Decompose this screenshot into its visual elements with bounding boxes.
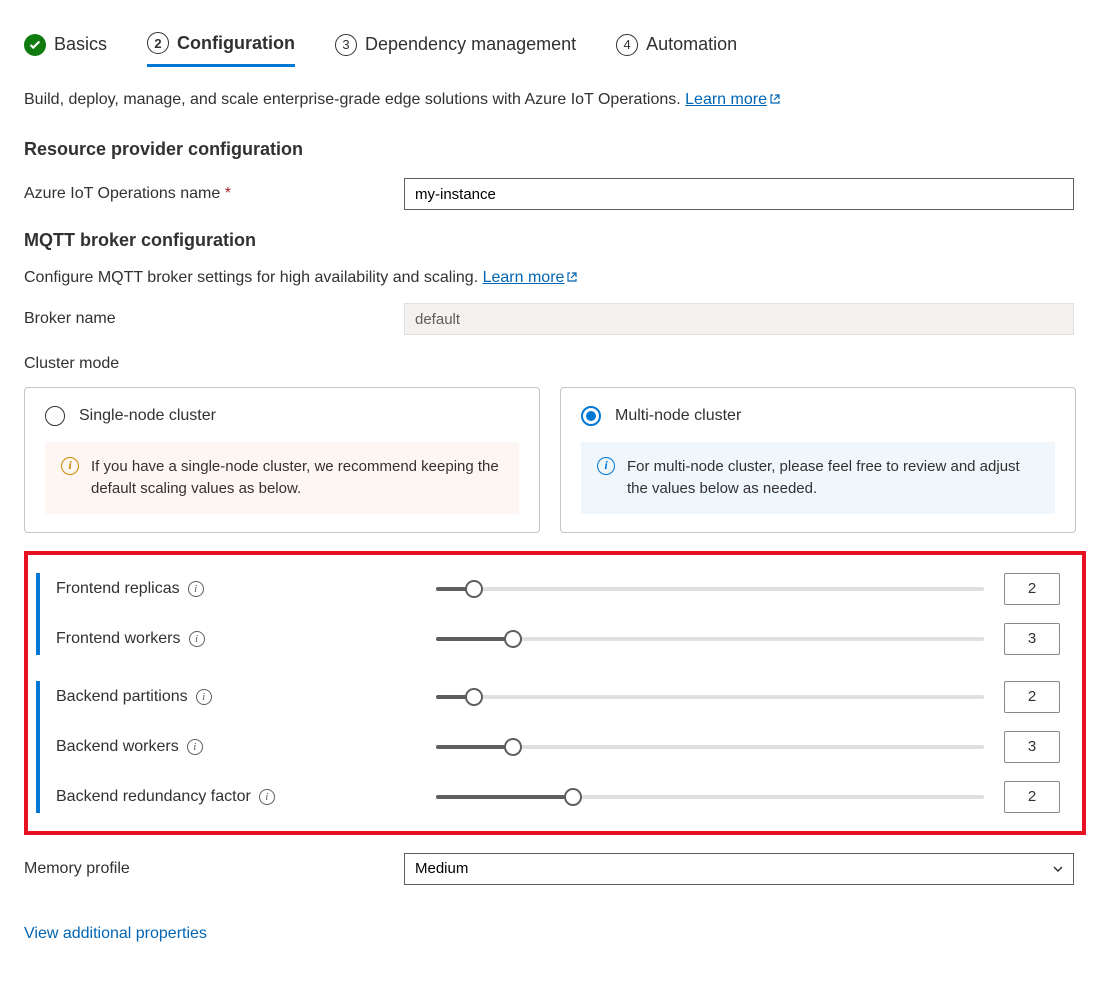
step-number: 3 bbox=[335, 34, 357, 56]
slider-label: Backend workers bbox=[56, 738, 179, 756]
view-additional-properties-link[interactable]: View additional properties bbox=[24, 925, 207, 943]
info-icon: i bbox=[597, 457, 615, 475]
backend-group: Backend partitions i 2 Backend workers i 3… bbox=[36, 681, 1060, 813]
tab-label: Configuration bbox=[177, 33, 295, 54]
mqtt-heading: MQTT broker configuration bbox=[24, 230, 1086, 251]
learn-more-link[interactable]: Learn more bbox=[685, 91, 781, 108]
resource-provider-heading: Resource provider configuration bbox=[24, 139, 1086, 160]
mqtt-subtitle: Configure MQTT broker settings for high … bbox=[24, 269, 1086, 287]
tab-configuration[interactable]: 2 Configuration bbox=[147, 24, 295, 67]
broker-name-label: Broker name bbox=[24, 310, 404, 328]
page-description: Build, deploy, manage, and scale enterpr… bbox=[24, 91, 1086, 109]
aio-name-label: Azure IoT Operations name * bbox=[24, 185, 404, 203]
aio-name-input[interactable] bbox=[404, 178, 1074, 210]
tab-label: Dependency management bbox=[365, 34, 576, 55]
broker-name-row: Broker name bbox=[24, 303, 1086, 335]
check-icon bbox=[24, 34, 46, 56]
frontend-group: Frontend replicas i 2 Frontend workers i 3 bbox=[36, 573, 1060, 655]
backend-workers-row: Backend workers i 3 bbox=[56, 731, 1060, 763]
backend-partitions-value[interactable]: 2 bbox=[1004, 681, 1060, 713]
info-icon[interactable]: i bbox=[187, 739, 203, 755]
highlighted-sliders-region: Frontend replicas i 2 Frontend workers i 3… bbox=[24, 551, 1086, 835]
info-icon: i bbox=[61, 457, 79, 475]
info-icon[interactable]: i bbox=[188, 581, 204, 597]
memory-profile-select[interactable]: Medium bbox=[404, 853, 1074, 885]
tab-label: Basics bbox=[54, 34, 107, 55]
tab-automation[interactable]: 4 Automation bbox=[616, 26, 737, 66]
single-node-info-text: If you have a single-node cluster, we re… bbox=[91, 456, 503, 500]
cluster-mode-options: Single-node cluster i If you have a sing… bbox=[24, 387, 1086, 533]
multi-node-card[interactable]: Multi-node cluster i For multi-node clus… bbox=[560, 387, 1076, 533]
memory-profile-row: Memory profile Medium bbox=[24, 853, 1086, 885]
frontend-workers-value[interactable]: 3 bbox=[1004, 623, 1060, 655]
aio-name-row: Azure IoT Operations name * bbox=[24, 178, 1086, 210]
slider-label: Backend partitions bbox=[56, 688, 188, 706]
backend-partitions-slider[interactable] bbox=[436, 695, 984, 699]
tab-basics[interactable]: Basics bbox=[24, 26, 107, 66]
radio-multi-node[interactable] bbox=[581, 406, 601, 426]
step-number: 4 bbox=[616, 34, 638, 56]
slider-label: Frontend replicas bbox=[56, 580, 180, 598]
info-icon[interactable]: i bbox=[196, 689, 212, 705]
frontend-replicas-slider[interactable] bbox=[436, 587, 984, 591]
backend-redundancy-slider[interactable] bbox=[436, 795, 984, 799]
external-link-icon bbox=[566, 271, 578, 283]
external-link-icon bbox=[769, 93, 781, 105]
frontend-workers-slider[interactable] bbox=[436, 637, 984, 641]
info-icon[interactable]: i bbox=[259, 789, 275, 805]
multi-node-title: Multi-node cluster bbox=[615, 407, 741, 425]
single-node-infobox: i If you have a single-node cluster, we … bbox=[45, 442, 519, 514]
slider-label: Backend redundancy factor bbox=[56, 788, 251, 806]
frontend-replicas-row: Frontend replicas i 2 bbox=[56, 573, 1060, 605]
memory-profile-label: Memory profile bbox=[24, 860, 404, 878]
backend-partitions-row: Backend partitions i 2 bbox=[56, 681, 1060, 713]
cluster-mode-label: Cluster mode bbox=[24, 355, 1086, 373]
tab-label: Automation bbox=[646, 34, 737, 55]
info-icon[interactable]: i bbox=[189, 631, 205, 647]
backend-workers-slider[interactable] bbox=[436, 745, 984, 749]
single-node-title: Single-node cluster bbox=[79, 407, 216, 425]
multi-node-info-text: For multi-node cluster, please feel free… bbox=[627, 456, 1039, 500]
frontend-replicas-value[interactable]: 2 bbox=[1004, 573, 1060, 605]
slider-label: Frontend workers bbox=[56, 630, 181, 648]
frontend-workers-row: Frontend workers i 3 bbox=[56, 623, 1060, 655]
backend-redundancy-value[interactable]: 2 bbox=[1004, 781, 1060, 813]
backend-redundancy-row: Backend redundancy factor i 2 bbox=[56, 781, 1060, 813]
wizard-tabs: Basics 2 Configuration 3 Dependency mana… bbox=[24, 24, 1086, 67]
learn-more-link-mqtt[interactable]: Learn more bbox=[483, 269, 579, 286]
broker-name-input bbox=[404, 303, 1074, 335]
radio-single-node[interactable] bbox=[45, 406, 65, 426]
tab-dependency-management[interactable]: 3 Dependency management bbox=[335, 26, 576, 66]
multi-node-infobox: i For multi-node cluster, please feel fr… bbox=[581, 442, 1055, 514]
single-node-card[interactable]: Single-node cluster i If you have a sing… bbox=[24, 387, 540, 533]
step-number: 2 bbox=[147, 32, 169, 54]
backend-workers-value[interactable]: 3 bbox=[1004, 731, 1060, 763]
